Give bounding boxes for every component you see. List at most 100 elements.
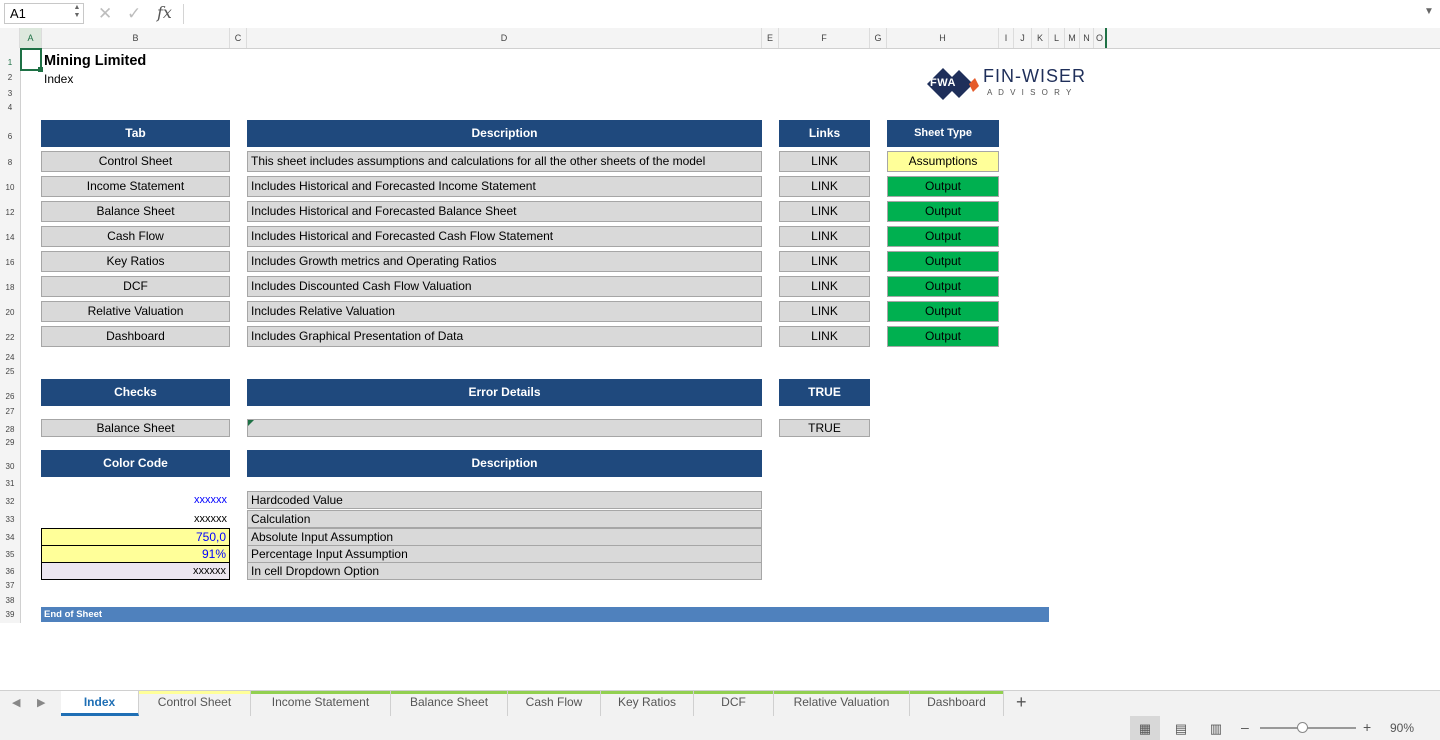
row-header[interactable]: 33 — [0, 515, 20, 524]
column-header-e[interactable]: E — [762, 28, 779, 48]
row-header[interactable]: 1 — [0, 58, 20, 67]
column-header-b[interactable]: B — [42, 28, 230, 48]
column-header-k[interactable]: K — [1032, 28, 1049, 48]
header-check-status: TRUE — [779, 379, 870, 406]
column-header-g[interactable]: G — [870, 28, 887, 48]
column-header-a[interactable]: A — [20, 28, 42, 48]
row-header[interactable]: 38 — [0, 596, 20, 605]
row-header[interactable]: 6 — [0, 132, 20, 141]
zoom-slider-handle[interactable] — [1297, 722, 1308, 733]
column-header-m[interactable]: M — [1065, 28, 1080, 48]
row-header[interactable]: 31 — [0, 479, 20, 488]
tab-name-dashboard[interactable]: Dashboard — [41, 326, 230, 347]
sheet-tab-cash-flow[interactable]: Cash Flow — [508, 691, 601, 716]
add-sheet-icon[interactable]: + — [1016, 692, 1027, 713]
page-subtitle: Index — [44, 72, 74, 86]
row-header[interactable]: 28 — [0, 425, 20, 434]
row-header[interactable]: 36 — [0, 567, 20, 576]
row-header[interactable]: 16 — [0, 258, 20, 267]
row-header[interactable]: 30 — [0, 462, 20, 471]
link-dashboard[interactable]: LINK — [779, 326, 870, 347]
sheet-tab-index[interactable]: Index — [61, 691, 139, 716]
link-income-statement[interactable]: LINK — [779, 176, 870, 197]
name-box-stepper-icon[interactable]: ▲ ▼ — [72, 4, 82, 22]
page-break-view-icon[interactable]: ▥ — [1204, 720, 1228, 737]
sheet-tab-income-statement[interactable]: Income Statement — [251, 691, 391, 716]
column-header-c[interactable]: C — [230, 28, 247, 48]
normal-view-icon[interactable]: ▦ — [1133, 720, 1157, 737]
column-header-l[interactable]: L — [1049, 28, 1065, 48]
row-header[interactable]: 10 — [0, 183, 20, 192]
tab-color-strip — [139, 691, 250, 694]
check-status: TRUE — [779, 419, 870, 437]
color-description: In cell Dropdown Option — [247, 562, 762, 580]
header-sheet-type: Sheet Type — [887, 120, 999, 147]
header-description: Description — [247, 120, 762, 147]
column-header-d[interactable]: D — [247, 28, 762, 48]
check-error-details[interactable] — [247, 419, 762, 437]
zoom-in-icon[interactable]: + — [1363, 719, 1371, 735]
row-header[interactable]: 39 — [0, 610, 20, 619]
color-sample-percentage-input: 91% — [41, 545, 230, 563]
row-header[interactable]: 24 — [0, 353, 20, 362]
sheet-tab-control-sheet[interactable]: Control Sheet — [139, 691, 251, 716]
cancel-icon[interactable]: ✕ — [98, 4, 112, 24]
column-header-n[interactable]: N — [1080, 28, 1094, 48]
row-header[interactable]: 14 — [0, 233, 20, 242]
color-sample-hardcoded: xxxxxx — [41, 491, 230, 509]
link-dcf[interactable]: LINK — [779, 276, 870, 297]
tab-scroll-right-icon[interactable]: ▶ — [37, 696, 45, 709]
row-header[interactable]: 22 — [0, 333, 20, 342]
formula-expand-icon[interactable]: ▼ — [1424, 6, 1434, 17]
select-all-corner[interactable] — [0, 28, 20, 48]
tab-name-income-statement[interactable]: Income Statement — [41, 176, 230, 197]
link-relative-valuation[interactable]: LINK — [779, 301, 870, 322]
row-header[interactable]: 3 — [0, 89, 20, 98]
confirm-icon[interactable]: ✓ — [127, 4, 141, 24]
row-header[interactable]: 12 — [0, 208, 20, 217]
sheet-tab-dashboard[interactable]: Dashboard — [910, 691, 1004, 716]
link-control-sheet[interactable]: LINK — [779, 151, 870, 172]
sheet-tab-dcf[interactable]: DCF — [694, 691, 774, 716]
link-key-ratios[interactable]: LINK — [779, 251, 870, 272]
color-description: Absolute Input Assumption — [247, 528, 762, 546]
sheet-tab-relative-valuation[interactable]: Relative Valuation — [774, 691, 910, 716]
tab-scroll-left-icon[interactable]: ◀ — [12, 696, 20, 709]
sheet-tab-bar: Index Control Sheet Income Statement Bal… — [0, 690, 1440, 718]
column-header-o[interactable]: O — [1094, 28, 1107, 48]
row-header[interactable]: 34 — [0, 533, 20, 542]
tab-name-control-sheet[interactable]: Control Sheet — [41, 151, 230, 172]
row-header[interactable]: 32 — [0, 497, 20, 506]
function-icon[interactable]: fx — [157, 3, 172, 22]
column-header-j[interactable]: J — [1014, 28, 1032, 48]
row-header[interactable]: 18 — [0, 283, 20, 292]
row-header[interactable]: 25 — [0, 367, 20, 376]
row-header[interactable]: 27 — [0, 407, 20, 416]
link-balance-sheet[interactable]: LINK — [779, 201, 870, 222]
sheet-tab-balance-sheet[interactable]: Balance Sheet — [391, 691, 508, 716]
row-header[interactable]: 37 — [0, 581, 20, 590]
zoom-out-icon[interactable]: – — [1241, 719, 1249, 735]
tab-color-strip — [694, 691, 773, 694]
row-header[interactable]: 29 — [0, 438, 20, 447]
tab-name-dcf[interactable]: DCF — [41, 276, 230, 297]
tab-name-cash-flow[interactable]: Cash Flow — [41, 226, 230, 247]
column-header-f[interactable]: F — [779, 28, 870, 48]
tab-name-balance-sheet[interactable]: Balance Sheet — [41, 201, 230, 222]
fill-handle[interactable] — [38, 67, 43, 72]
link-cash-flow[interactable]: LINK — [779, 226, 870, 247]
row-header[interactable]: 4 — [0, 103, 20, 112]
row-header[interactable]: 20 — [0, 308, 20, 317]
tab-name-key-ratios[interactable]: Key Ratios — [41, 251, 230, 272]
tab-name-relative-valuation[interactable]: Relative Valuation — [41, 301, 230, 322]
zoom-slider[interactable] — [1260, 727, 1356, 729]
sheet-tab-key-ratios[interactable]: Key Ratios — [601, 691, 694, 716]
row-header[interactable]: 2 — [0, 73, 20, 82]
row-header[interactable]: 35 — [0, 550, 20, 559]
column-header-i[interactable]: I — [999, 28, 1014, 48]
page-layout-view-icon[interactable]: ▤ — [1169, 720, 1193, 737]
row-header[interactable]: 8 — [0, 158, 20, 167]
zoom-level[interactable]: 90% — [1390, 721, 1414, 735]
row-header[interactable]: 26 — [0, 392, 20, 401]
column-header-h[interactable]: H — [887, 28, 999, 48]
